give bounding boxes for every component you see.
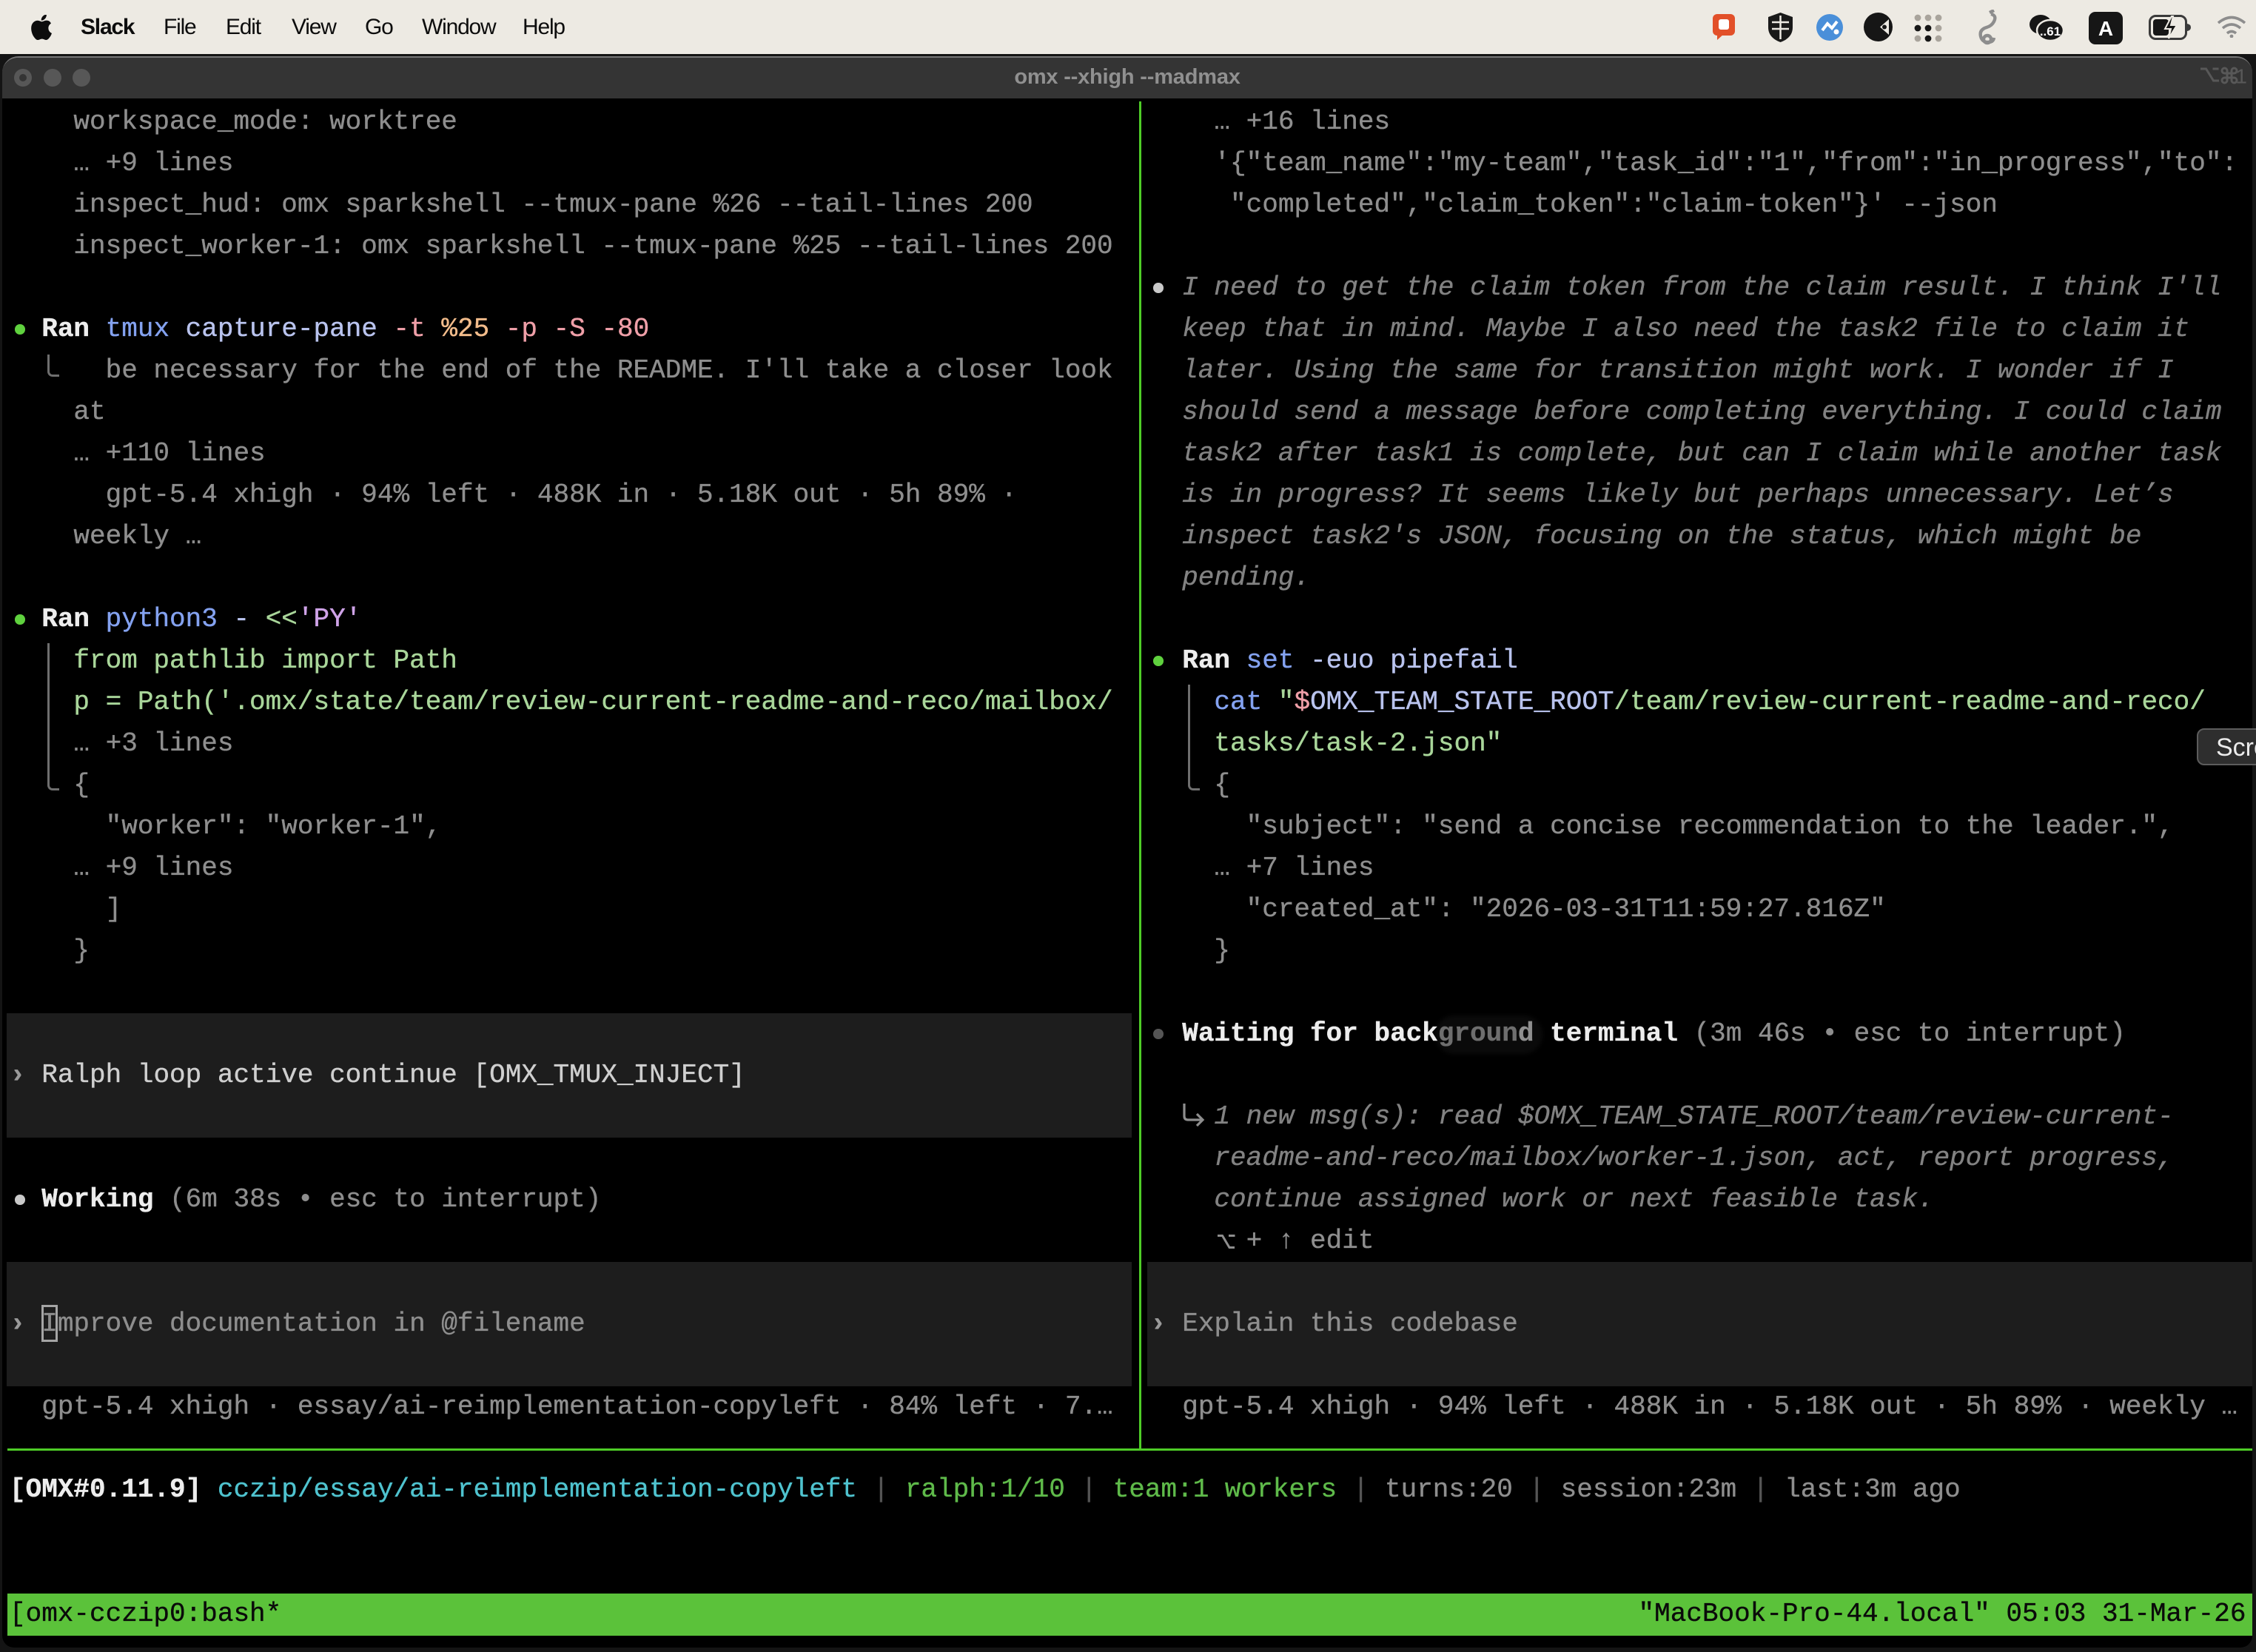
svg-text:1: 1 [2235, 65, 2247, 86]
